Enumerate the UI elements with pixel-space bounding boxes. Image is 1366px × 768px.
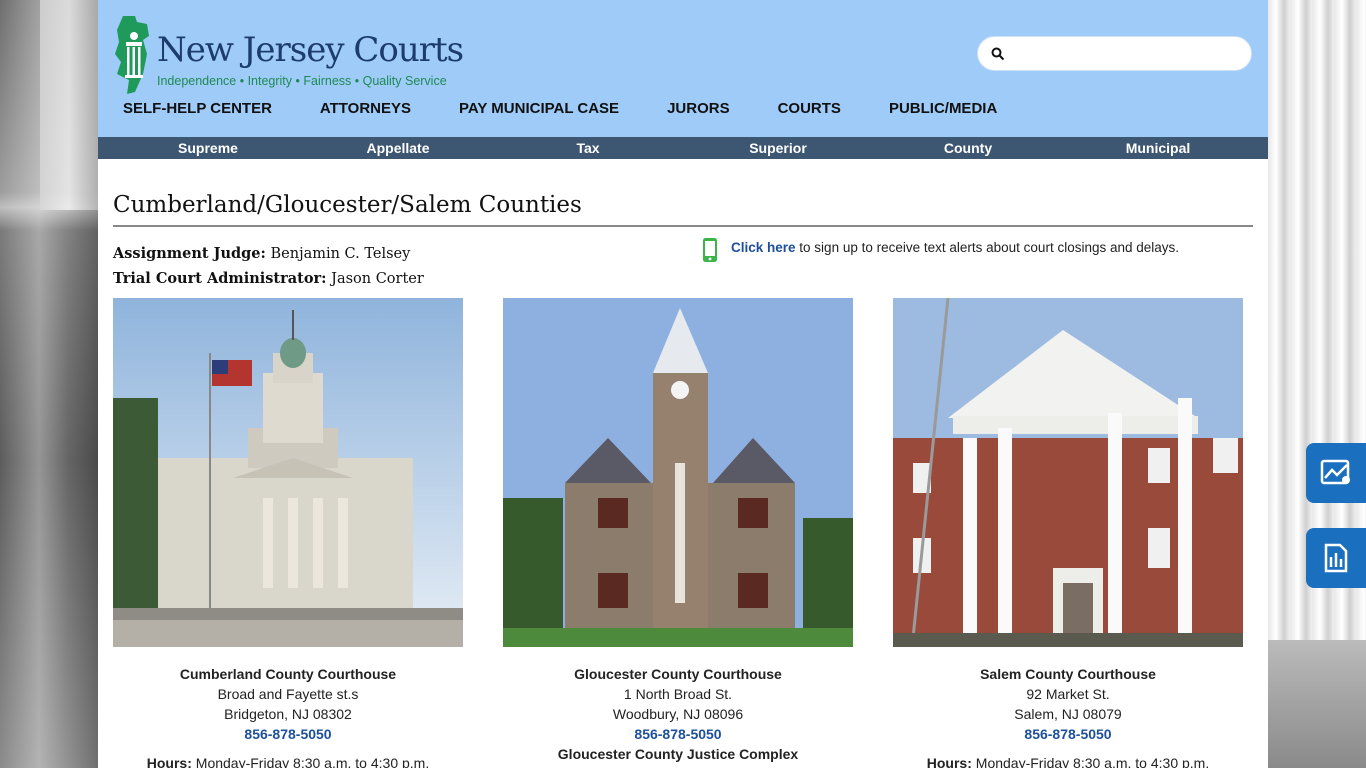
salem-courthouse-photo [893, 298, 1243, 647]
quick-link-jury-button[interactable] [1306, 443, 1366, 503]
courthouse-address-line2: Bridgeton, NJ 08302 [224, 706, 352, 722]
hours-value: Monday-Friday 8:30 a.m. to 4:30 p.m. [975, 755, 1210, 768]
subnav-county[interactable]: County [878, 140, 1058, 156]
tca-name: Jason Corter [331, 271, 424, 287]
search-box[interactable] [977, 36, 1252, 71]
courthouse-card-cumberland: Cumberland County Courthouse Broad and F… [113, 298, 463, 768]
background-column-left [0, 0, 98, 768]
nav-pay-municipal-case[interactable]: PAY MUNICIPAL CASE [459, 100, 619, 120]
background-column-right [1268, 0, 1366, 768]
document-icon [1324, 543, 1348, 573]
jury-services-icon [1320, 459, 1350, 485]
cumberland-courthouse-photo [113, 298, 463, 647]
courthouse-hours: Hours: Monday-Friday 8:30 a.m. to 4:30 p… [888, 753, 1248, 768]
search-icon [991, 47, 1005, 61]
courthouse-name: Gloucester County Courthouse [574, 666, 782, 682]
courthouse-address-line2: Woodbury, NJ 08096 [612, 706, 744, 722]
courthouse-address-line2: Salem, NJ 08079 [1014, 706, 1122, 722]
subnav-supreme[interactable]: Supreme [118, 140, 298, 156]
assignment-judge-label: Assignment Judge: [113, 245, 266, 262]
justice-complex-name: Gloucester County Justice Complex [557, 746, 799, 762]
courthouse-phone-link[interactable]: 856-878-5050 [108, 724, 468, 744]
tca-label: Trial Court Administrator: [113, 270, 327, 287]
hours-label: Hours: [926, 755, 972, 768]
subnav-appellate[interactable]: Appellate [308, 140, 488, 156]
site-header: New Jersey Courts Independence • Integri… [98, 0, 1268, 137]
courthouse-card-salem: Salem County Courthouse 92 Market St. Sa… [893, 298, 1243, 768]
courthouse-phone-link[interactable]: 856-878-5050 [498, 724, 858, 744]
search-input[interactable] [1012, 43, 1242, 65]
subnav-superior[interactable]: Superior [688, 140, 868, 156]
mobile-phone-icon [703, 238, 717, 262]
courthouse-address-line1: 92 Market St. [1026, 686, 1110, 702]
courthouse-card-gloucester: Gloucester County Courthouse 1 North Bro… [503, 298, 853, 762]
page-container: New Jersey Courts Independence • Integri… [98, 0, 1268, 768]
text-alert-description: to sign up to receive text alerts about … [795, 240, 1180, 255]
logo-tagline: Independence • Integrity • Fairness • Qu… [157, 74, 447, 88]
salem-info: Salem County Courthouse 92 Market St. Sa… [888, 664, 1248, 768]
nav-self-help-center[interactable]: SELF-HELP CENTER [123, 100, 272, 120]
courthouse-address-line1: 1 North Broad St. [623, 686, 733, 702]
nav-courts[interactable]: COURTS [778, 100, 841, 120]
assignment-judge: Assignment Judge: Benjamin C. Telsey [113, 245, 410, 262]
courthouse-address-line1: Broad and Fayette st.s [217, 686, 359, 702]
gloucester-info: Gloucester County Courthouse 1 North Bro… [498, 664, 858, 764]
courthouse-phone-link[interactable]: 856-878-5050 [888, 724, 1248, 744]
subnav-municipal[interactable]: Municipal [1068, 140, 1248, 156]
courthouse-name: Salem County Courthouse [980, 666, 1156, 682]
title-divider [113, 225, 1253, 227]
courthouse-hours: Hours: Monday-Friday 8:30 a.m. to 4:30 p… [108, 753, 468, 768]
cumberland-info: Cumberland County Courthouse Broad and F… [108, 664, 468, 768]
court-subnav: Supreme Appellate Tax Superior County Mu… [98, 137, 1268, 159]
hours-value: Monday-Friday 8:30 a.m. to 4:30 p.m. [195, 755, 430, 768]
site-logo[interactable]: New Jersey Courts Independence • Integri… [113, 14, 464, 94]
main-nav: SELF-HELP CENTER ATTORNEYS PAY MUNICIPAL… [123, 100, 997, 120]
courthouse-name: Cumberland County Courthouse [179, 666, 397, 682]
nav-jurors[interactable]: JURORS [667, 100, 730, 120]
gloucester-courthouse-photo [503, 298, 853, 647]
trial-court-administrator: Trial Court Administrator: Jason Corter [113, 270, 424, 287]
nj-courts-logo-icon [115, 16, 149, 94]
hours-label: Hours: [146, 755, 192, 768]
nav-public-media[interactable]: PUBLIC/MEDIA [889, 100, 997, 120]
nav-attorneys[interactable]: ATTORNEYS [320, 100, 411, 120]
assignment-judge-name: Benjamin C. Telsey [270, 246, 411, 262]
subnav-tax[interactable]: Tax [498, 140, 678, 156]
text-alert-signup-link[interactable]: Click here [731, 240, 796, 255]
quick-link-ecourts-button[interactable] [1306, 528, 1366, 588]
page-title: Cumberland/Gloucester/Salem Counties [113, 192, 582, 218]
logo-title: New Jersey Courts [157, 30, 464, 70]
